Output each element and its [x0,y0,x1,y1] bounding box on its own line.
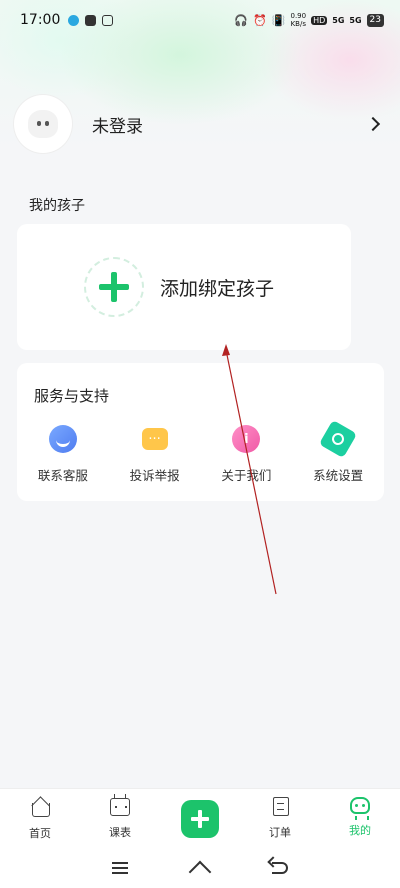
status-bar: 17:00 🎧 ⏰ 📳 0.90 KB/s HD 5G 5G 23 [0,0,400,40]
add-kid-label[interactable]: 添加绑定孩子 [160,274,274,301]
battery-indicator: 23 [366,13,384,27]
kids-section-title: 我的孩子 [29,198,85,214]
alarm-icon: ⏰ [253,13,267,27]
hd-badge: HD [311,15,328,25]
service-section-title: 服务与支持 [34,387,110,405]
service-system-settings[interactable]: 系统设置 [292,419,384,484]
headphones-icon: 🎧 [234,13,249,27]
qq-icon [68,14,80,26]
home-nav-icon[interactable] [188,860,212,884]
service-label: 关于我们 [221,468,272,483]
app-notification-icon [102,14,114,26]
tab-label: 首页 [29,827,51,840]
tab-schedule[interactable]: 课表 [80,789,160,848]
default-avatar-icon [28,110,58,138]
mail-icon [85,14,97,26]
signal-1: 5G [332,15,345,25]
tab-label: 课表 [109,826,131,839]
service-complaint-report[interactable]: ··· 投诉举报 [109,425,201,484]
tab-home[interactable]: 首页 [0,789,80,848]
tab-label: 我的 [349,824,371,837]
service-label: 投诉举报 [129,468,180,483]
system-navigation-bar [0,848,400,888]
calendar-icon [110,794,130,816]
network-speed-value: 0.90 [290,12,307,20]
bottom-tab-bar: 首页 课表 订单 我的 [0,788,400,848]
avatar[interactable] [14,95,72,153]
tab-orders[interactable]: 订单 [240,789,320,848]
notification-icons [68,14,114,26]
service-support-card: 服务与支持 联系客服 ··· 投诉举报 i 关于我们 系统设置 [17,363,384,501]
robot-icon [350,797,370,820]
vibrate-icon: 📳 [271,13,286,27]
add-kid-card[interactable]: 添加绑定孩子 [17,224,351,350]
service-about-us[interactable]: i 关于我们 [201,425,293,484]
headset-icon [48,425,77,453]
settings-icon [319,419,358,459]
tab-label: 订单 [269,826,291,839]
menu-icon[interactable] [112,862,128,874]
login-status[interactable]: 未登录 [92,112,143,137]
add-kid-button[interactable] [83,257,144,317]
back-icon[interactable] [272,862,288,874]
tab-mine[interactable]: 我的 [320,789,400,848]
status-right: 🎧 ⏰ 📳 0.90 KB/s HD 5G 5G 23 [234,12,384,28]
receipt-icon [273,797,289,816]
status-time: 17:00 [20,12,61,28]
info-icon: i [232,425,261,453]
plus-icon[interactable] [181,800,219,838]
chat-report-icon: ··· [141,428,168,450]
profile-login-row[interactable]: 未登录 [14,93,386,155]
chevron-right-icon[interactable] [365,116,381,132]
signal-2: 5G [349,15,362,25]
home-icon [30,797,50,817]
service-label: 联系客服 [37,468,88,483]
service-label: 系统设置 [313,468,364,483]
screen: 17:00 🎧 ⏰ 📳 0.90 KB/s HD 5G 5G 23 未登录 我的 [0,0,400,888]
service-grid: 联系客服 ··· 投诉举报 i 关于我们 系统设置 [17,419,384,484]
service-contact-support[interactable]: 联系客服 [17,425,109,484]
network-speed: 0.90 KB/s [290,12,306,28]
plus-icon [98,272,129,302]
network-speed-unit: KB/s [290,20,306,28]
tab-add[interactable] [160,789,240,848]
